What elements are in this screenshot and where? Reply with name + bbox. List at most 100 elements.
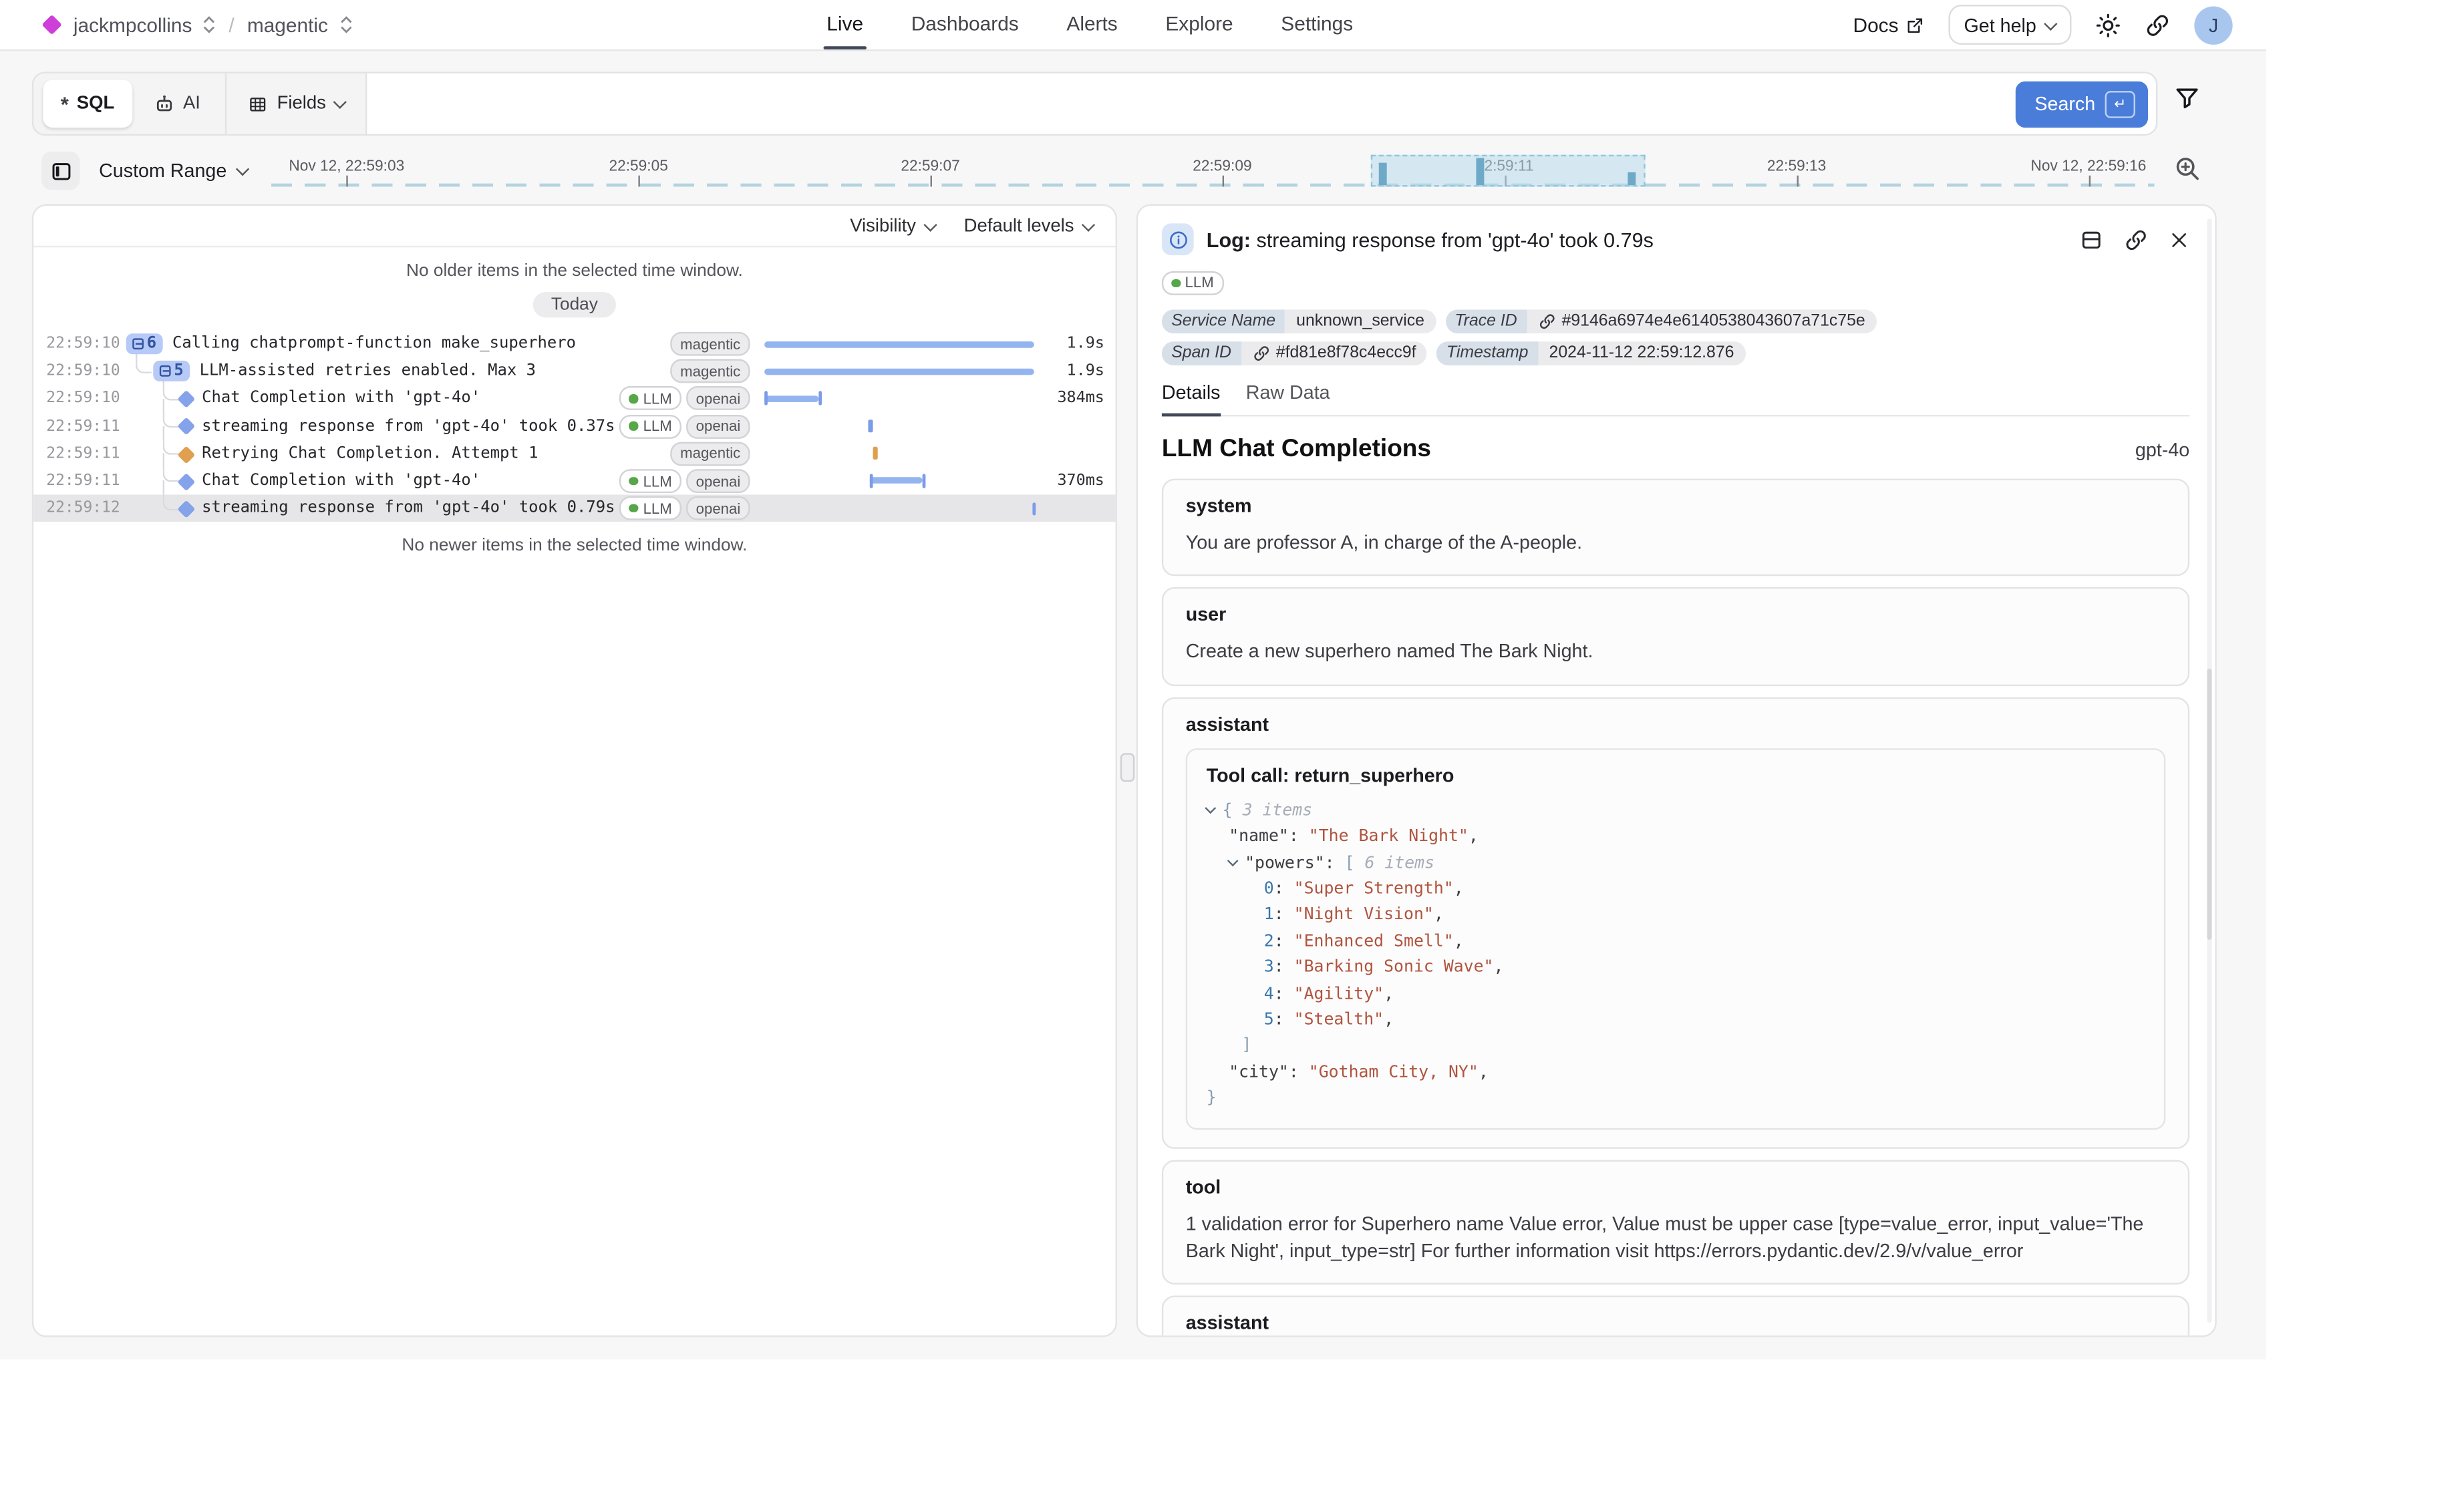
robot-icon [153, 93, 175, 115]
duration-bar-track [761, 357, 1037, 385]
enter-key-icon: ↵ [2105, 90, 2135, 118]
trace-id-text: #9146a6974e4e6140538043607a71c75e [1562, 313, 1865, 330]
collapse-span-badge[interactable]: 5 [153, 361, 190, 381]
log-row[interactable]: 22:59:106Calling chatprompt-function mak… [33, 330, 1115, 357]
log-title-label: Log: [1207, 227, 1251, 251]
log-row[interactable]: 22:59:11streaming response from 'gpt-4o'… [33, 413, 1115, 440]
copy-link-button[interactable] [2124, 227, 2148, 251]
docs-link[interactable]: Docs [1853, 13, 1924, 35]
timestamp-value: 2024-11-12 22:59:12.876 [1538, 341, 1745, 365]
breadcrumb-org[interactable]: jackmpcollins [73, 13, 192, 35]
close-panel-button[interactable] [2169, 229, 2189, 250]
tree-connector [163, 495, 179, 510]
tab-explore[interactable]: Explore [1165, 0, 1233, 49]
span-id-pill[interactable]: Span ID #fd81e8f78c4ecc9f [1162, 341, 1427, 365]
collapse-sidebar-button[interactable] [41, 152, 80, 190]
grid-icon [247, 94, 267, 114]
warn-diamond-icon [178, 446, 194, 462]
green-dot-icon [629, 504, 638, 513]
bar-cap [764, 391, 767, 405]
message-text: Create a new superhero named The Bark Ni… [1186, 639, 2166, 667]
timeline-zoom-in-button[interactable] [2173, 155, 2202, 184]
tab-dashboards[interactable]: Dashboards [911, 0, 1019, 49]
scrollbar-thumb[interactable] [2207, 669, 2211, 940]
layout-toggle-button[interactable] [2079, 227, 2103, 251]
chevron-down-icon[interactable] [1205, 802, 1216, 814]
log-row[interactable]: 22:59:12streaming response from 'gpt-4o'… [33, 495, 1115, 522]
time-range-selector[interactable]: Custom Range [99, 147, 247, 195]
breadcrumb-project[interactable]: magentic [247, 13, 328, 35]
timeline-tick-label: 22:59:07 [901, 158, 959, 175]
timeline-track[interactable]: Nov 12, 22:59:0322:59:0522:59:0722:59:09… [271, 147, 2155, 195]
detail-header-actions [2079, 227, 2189, 251]
tab-live[interactable]: Live [826, 0, 863, 49]
service-name-label: Service Name [1162, 309, 1285, 333]
link-icon [2145, 12, 2170, 37]
tag-magentic: magentic [671, 359, 750, 383]
share-link-button[interactable] [2145, 12, 2170, 37]
tab-details[interactable]: Details [1162, 381, 1221, 415]
timeline-tick-label: Nov 12, 22:59:03 [289, 158, 404, 175]
log-row[interactable]: 22:59:105LLM-assisted retries enabled. M… [33, 357, 1115, 385]
default-levels-dropdown[interactable]: Default levels [964, 216, 1094, 236]
log-timestamp: 22:59:10 [46, 363, 126, 380]
timeline-baseline [271, 182, 2155, 186]
ai-label: AI [183, 94, 200, 114]
link-icon [1538, 313, 1555, 330]
tab-raw-data[interactable]: Raw Data [1246, 381, 1330, 415]
json-line: 1: "Night Vision", [1207, 902, 2145, 929]
timeline-tick-label: 22:59:13 [1767, 158, 1826, 175]
chevron-updown-icon[interactable] [203, 16, 216, 33]
tree-connector [163, 426, 164, 440]
log-row[interactable]: 22:59:10Chat Completion with 'gpt-4o'LLM… [33, 385, 1115, 413]
log-title: Log: streaming response from 'gpt-4o' to… [1207, 227, 2066, 251]
visibility-dropdown[interactable]: Visibility [850, 216, 935, 236]
log-row-main: 6Calling chatprompt-function make_superh… [126, 330, 671, 357]
chevron-down-icon[interactable] [1227, 854, 1239, 866]
panel-resize-handle[interactable] [1120, 753, 1134, 782]
collapse-span-badge[interactable]: 6 [126, 333, 163, 354]
log-detail-content: Log: streaming response from 'gpt-4o' to… [1138, 206, 2215, 1337]
nav-right: Docs Get help J [1853, 0, 2233, 49]
chevron-updown-icon[interactable] [339, 16, 352, 33]
log-timestamp: 22:59:11 [46, 472, 126, 490]
ai-mode-button[interactable]: AI [138, 79, 214, 128]
search-button[interactable]: Search ↵ [2016, 81, 2148, 127]
json-line: 3: "Barking Sonic Wave", [1207, 955, 2145, 981]
json-line: { 3 items [1207, 798, 2145, 824]
timeline-selection[interactable] [1371, 155, 1646, 187]
trace-id-label: Trace ID [1445, 309, 1527, 333]
theme-toggle-button[interactable] [2095, 12, 2121, 37]
get-help-button[interactable]: Get help [1948, 5, 2072, 45]
duration-tick [1032, 502, 1036, 515]
json-line: 0: "Super Strength", [1207, 876, 2145, 902]
span-diamond-icon [178, 418, 194, 434]
trace-id-pill[interactable]: Trace ID #9146a6974e4e6140538043607a71c7… [1445, 309, 1876, 333]
search-input[interactable]: Search ↵ [367, 73, 2156, 134]
green-dot-icon [629, 422, 638, 431]
filter-button[interactable] [2173, 85, 2201, 112]
tab-alerts[interactable]: Alerts [1066, 0, 1117, 49]
duration-bar-track [761, 440, 1037, 468]
log-timestamp: 22:59:12 [46, 500, 126, 517]
fields-label: Fields [277, 94, 326, 114]
log-row[interactable]: 22:59:11Retrying Chat Completion. Attemp… [33, 440, 1115, 468]
tree-connector [163, 399, 164, 413]
sql-mode-button[interactable]: * SQL [43, 79, 132, 128]
timeline-tick-mark [347, 176, 348, 187]
duration-bar-track [761, 468, 1037, 495]
log-row-main: Chat Completion with 'gpt-4o' [126, 468, 620, 495]
log-metadata: Service Name unknown_service Trace ID #9… [1162, 309, 2056, 365]
get-help-label: Get help [1964, 13, 2036, 35]
bar-cap [819, 391, 822, 405]
duration-bar-track [761, 385, 1037, 413]
message-text: You are professor A, in charge of the A-… [1186, 530, 2166, 558]
fields-button[interactable]: Fields [224, 71, 367, 136]
log-timestamp: 22:59:10 [46, 335, 126, 353]
span-diamond-icon [178, 390, 194, 407]
log-timestamp: 22:59:11 [46, 418, 126, 435]
tab-settings[interactable]: Settings [1281, 0, 1353, 49]
timestamp-pill: Timestamp 2024-11-12 22:59:12.876 [1437, 341, 1746, 365]
log-row[interactable]: 22:59:11Chat Completion with 'gpt-4o'LLM… [33, 468, 1115, 495]
user-avatar[interactable]: J [2194, 5, 2232, 43]
